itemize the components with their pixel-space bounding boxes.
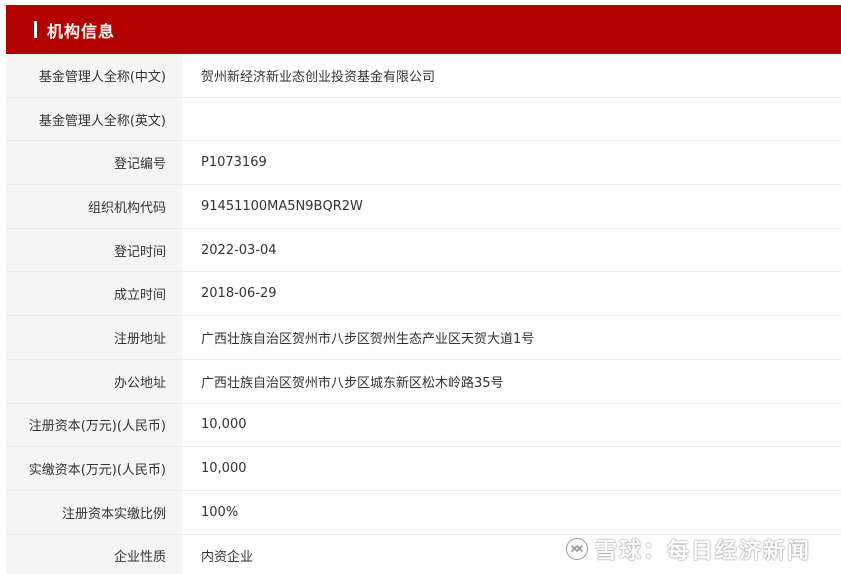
watermark-text: 雪球：每日经济新闻 [595, 539, 812, 564]
row-label: 基金管理人全称(中文) [6, 54, 182, 97]
table-row: 登记编号 P1073169 [6, 141, 841, 186]
table-row: 组织机构代码 91451100MA5N9BQR2W [6, 185, 841, 229]
row-value: 100% [201, 504, 239, 520]
row-label: 成立时间 [6, 272, 182, 316]
row-value: 91451100MA5N9BQR2W [201, 198, 363, 214]
watermark: 雪球：每日经济新闻 [565, 532, 811, 566]
row-label: 注册地址 [6, 316, 182, 359]
row-label: 基金管理人全称(英文) [6, 97, 182, 141]
section-header: 机构信息 [6, 5, 841, 54]
row-label: 注册资本(万元)(人民币) [6, 403, 182, 447]
info-table: 基金管理人全称(中文) 贺州新经济新业态创业投资基金有限公司 基金管理人全称(英… [6, 54, 841, 574]
row-label: 登记时间 [6, 228, 182, 272]
table-row: 基金管理人全称(英文) [6, 97, 841, 142]
table-row: 成立时间 2018-06-29 [6, 272, 841, 317]
section-title: 机构信息 [47, 21, 116, 41]
xueqiu-logo-icon [566, 538, 588, 560]
row-value: 广西壮族自治区贺州市八步区贺州生态产业区天贺大道1号 [201, 331, 535, 347]
table-row: 登记时间 2022-03-04 [6, 228, 841, 273]
row-value: 10,000 [201, 461, 247, 477]
table-row: 注册资本实缴比例 100% [6, 490, 841, 535]
row-value: 贺州新经济新业态创业投资基金有限公司 [201, 69, 436, 85]
row-value: 10,000 [201, 417, 247, 433]
row-label: 企业性质 [6, 534, 182, 574]
row-label: 实缴资本(万元)(人民币) [6, 447, 182, 490]
row-label: 办公地址 [6, 359, 182, 403]
row-value [182, 98, 841, 141]
row-value: P1073169 [201, 155, 267, 171]
row-label: 登记编号 [6, 141, 182, 185]
table-row: 注册资本(万元)(人民币) 10,000 [6, 403, 841, 448]
row-value: 广西壮族自治区贺州市八步区城东新区松木岭路35号 [201, 375, 504, 391]
header-accent-bar [34, 21, 37, 38]
row-value: 2022-03-04 [201, 242, 277, 258]
row-label: 组织机构代码 [6, 185, 182, 228]
row-label: 注册资本实缴比例 [6, 490, 182, 534]
table-row: 实缴资本(万元)(人民币) 10,000 [6, 447, 841, 491]
table-row: 注册地址 广西壮族自治区贺州市八步区贺州生态产业区天贺大道1号 [6, 316, 841, 360]
table-row: 办公地址 广西壮族自治区贺州市八步区城东新区松木岭路35号 [6, 359, 841, 404]
table-row: 基金管理人全称(中文) 贺州新经济新业态创业投资基金有限公司 [6, 54, 841, 98]
page: 机构信息 基金管理人全称(中文) 贺州新经济新业态创业投资基金有限公司 基金管理… [0, 0, 841, 574]
row-value: 2018-06-29 [201, 286, 277, 302]
